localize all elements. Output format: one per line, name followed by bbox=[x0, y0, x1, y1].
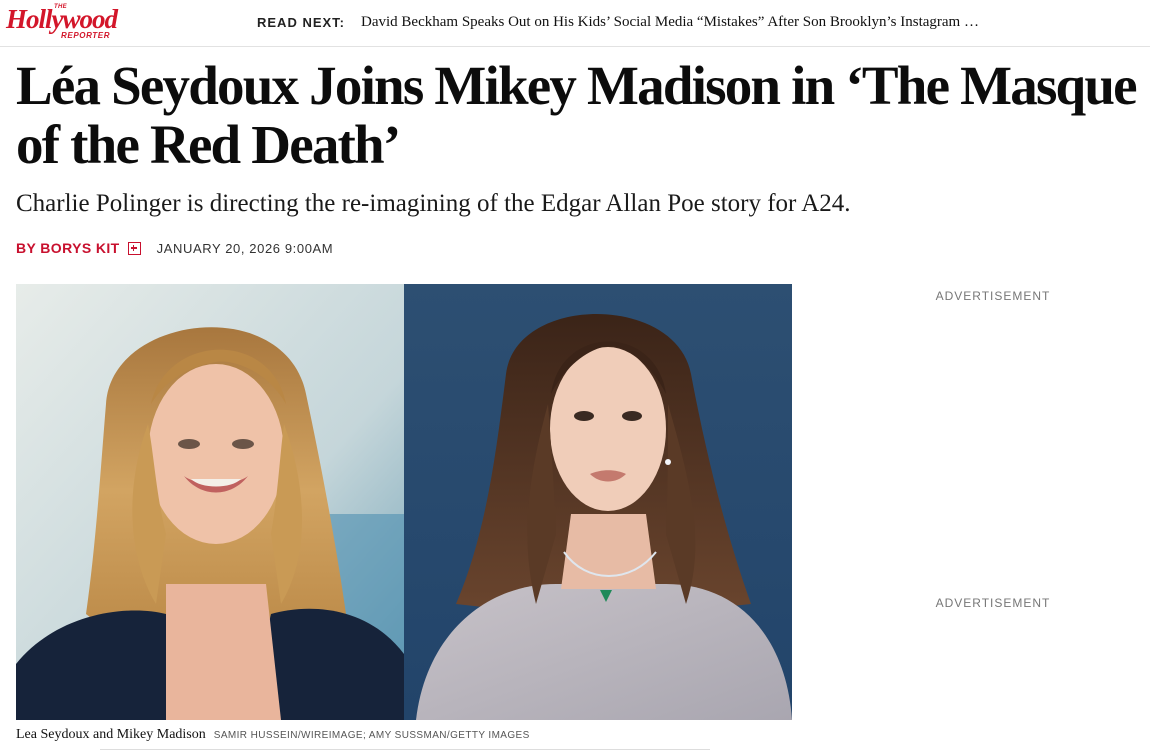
article-dek: Charlie Polinger is directing the re-ima… bbox=[16, 190, 851, 217]
advertisement-label-1: ADVERTISEMENT bbox=[935, 289, 1051, 303]
byline: BY BORYS KIT JANUARY 20, 2026 9:00AM bbox=[16, 239, 333, 257]
caption-text: Lea Seydoux and Mikey Madison bbox=[16, 727, 206, 742]
hollywood-reporter-logo[interactable]: THE Hollywood REPORTER bbox=[6, 4, 138, 40]
top-bar: THE Hollywood REPORTER READ NEXT: David … bbox=[0, 0, 1150, 47]
hero-image[interactable] bbox=[16, 284, 792, 720]
read-next-label: READ NEXT: bbox=[257, 14, 346, 30]
portrait-mikey-madison bbox=[404, 284, 792, 720]
image-caption: Lea Seydoux and Mikey Madison SAMIR HUSS… bbox=[16, 727, 530, 743]
read-next: READ NEXT: David Beckham Speaks Out on H… bbox=[257, 12, 979, 32]
publish-date: JANUARY 20, 2026 9:00AM bbox=[156, 240, 334, 256]
read-next-link[interactable]: David Beckham Speaks Out on His Kids’ So… bbox=[361, 14, 979, 31]
follow-plus-icon[interactable] bbox=[127, 241, 141, 255]
logo-wordmark: Hollywood bbox=[6, 4, 118, 34]
article-title: Léa Seydoux Joins Mikey Madison in ‘The … bbox=[16, 55, 1138, 175]
portrait-lea-seydoux bbox=[16, 284, 404, 720]
caption-divider bbox=[100, 749, 710, 750]
author-link[interactable]: BY BORYS KIT bbox=[16, 240, 120, 256]
advertisement-label-2: ADVERTISEMENT bbox=[935, 596, 1051, 610]
photo-credit: SAMIR HUSSEIN/WIREIMAGE; AMY SUSSMAN/GET… bbox=[213, 730, 530, 741]
logo-reporter: REPORTER bbox=[61, 31, 111, 40]
